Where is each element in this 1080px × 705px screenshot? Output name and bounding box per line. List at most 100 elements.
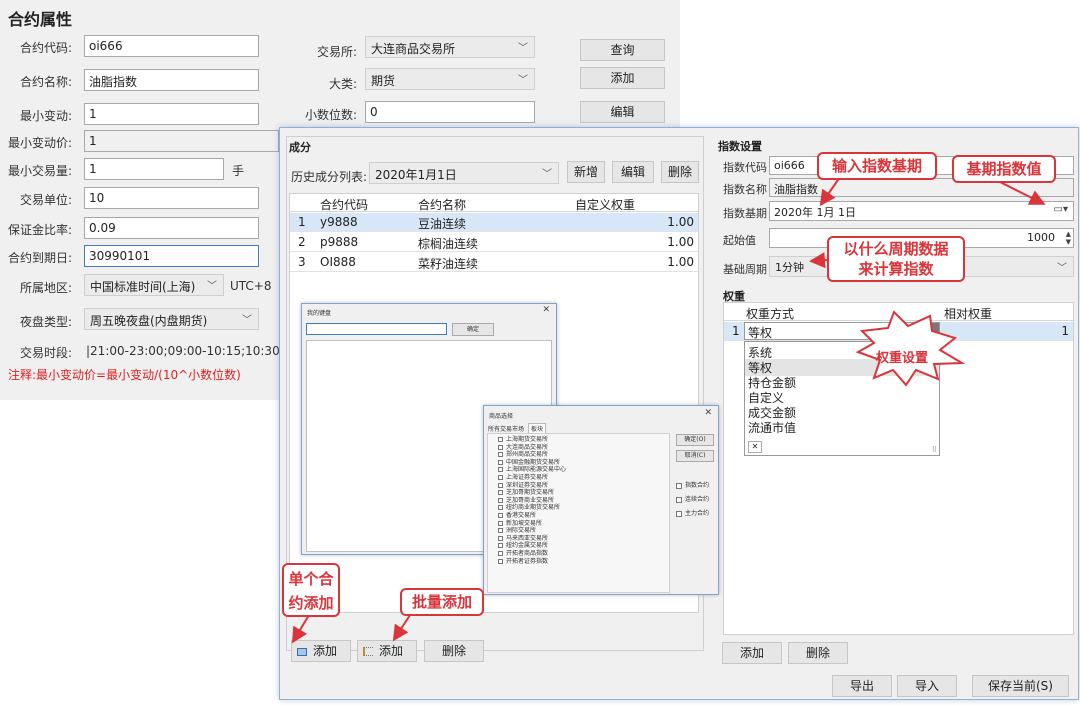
- opt-index-contract[interactable]: 指数合约: [676, 480, 709, 489]
- code-input[interactable]: oi666: [84, 35, 259, 57]
- market-item[interactable]: 上海证券交易所: [498, 474, 566, 482]
- edit-button[interactable]: 编辑: [580, 101, 665, 123]
- chevron-down-icon: ﹀: [542, 169, 552, 180]
- period-value: 1分钟: [775, 261, 804, 274]
- callout-single-line2: 约添加: [288, 594, 334, 612]
- opt-main-contract[interactable]: 主力合约: [676, 508, 709, 517]
- unit-input[interactable]: 10: [84, 187, 259, 209]
- query-button[interactable]: 查询: [580, 39, 665, 61]
- label-region: 所属地区:: [20, 281, 73, 295]
- checkbox-icon: [498, 550, 503, 556]
- callout-period: 以什么周期数据 来计算指数: [827, 236, 965, 282]
- market-item[interactable]: 纽约金属交易所: [498, 542, 566, 550]
- keyboard-title: 我的键盘: [307, 310, 332, 317]
- market-list: 上海期货交易所 大连商品交易所 郑州商品交易所 中国金融期货交易所 上海国际能源交易中心…: [487, 433, 670, 593]
- index-settings-title: 指数设置: [718, 140, 762, 153]
- comp-edit-button[interactable]: 编辑: [612, 161, 654, 183]
- label-name: 合约名称:: [20, 75, 73, 89]
- market-item[interactable]: 上海期货交易所: [498, 436, 566, 444]
- label-unit: 交易单位:: [20, 193, 73, 207]
- label-min-qty: 最小交易量:: [8, 164, 73, 178]
- keyboard-input[interactable]: [306, 323, 447, 335]
- chevron-down-icon: ﹀: [518, 75, 528, 86]
- region-select[interactable]: 中国标准时间(上海) ﹀: [84, 274, 224, 296]
- market-item[interactable]: 郑州商品交易所: [498, 451, 566, 459]
- goods-close-button[interactable]: ✕: [704, 408, 712, 418]
- callout-single-add: 单个合 约添加: [282, 563, 340, 617]
- table-row[interactable]: 3 OI888 菜籽油连续 1.00: [290, 253, 698, 272]
- checkbox-icon: [498, 459, 503, 465]
- import-button[interactable]: 导入: [897, 675, 957, 697]
- chevron-down-icon: ﹀: [207, 281, 217, 292]
- label-hours: 交易时段:: [20, 346, 73, 360]
- start-value: 1000: [1027, 231, 1055, 244]
- label-expire: 合约到期日:: [8, 251, 73, 265]
- col-code-header: 合约代码: [320, 198, 369, 212]
- dropdown-close-button[interactable]: ✕: [748, 441, 762, 453]
- keyboard-close-button[interactable]: ✕: [542, 305, 550, 315]
- weight-delete-button[interactable]: 删除: [788, 642, 848, 664]
- resize-grip-icon[interactable]: ⠿: [932, 446, 937, 454]
- dropdown-item[interactable]: 流通市值: [748, 419, 796, 436]
- new-button[interactable]: 新增: [567, 161, 605, 183]
- category-select[interactable]: 期货 ﹀: [365, 68, 535, 90]
- label-min-move-price: 最小变动价:: [8, 136, 73, 150]
- min-move-input[interactable]: 1: [84, 103, 259, 125]
- expire-input[interactable]: 30990101: [84, 245, 259, 267]
- weight-add-button[interactable]: 添加: [722, 642, 782, 664]
- table-row[interactable]: 2 p9888 棕榈油连续 1.00: [290, 233, 698, 252]
- weight-method-cell[interactable]: 等权: [744, 322, 940, 340]
- market-item[interactable]: 开拓者证券指数: [498, 558, 566, 566]
- comp-delete-button[interactable]: 删除: [661, 161, 699, 183]
- callout-period-line2: 来计算指数: [858, 260, 934, 278]
- checkbox-icon: [498, 444, 503, 450]
- goods-confirm-button[interactable]: 确定(O): [676, 434, 714, 446]
- history-label: 历史成分列表:: [291, 170, 368, 184]
- goods-cancel-button[interactable]: 取消(C): [676, 450, 714, 462]
- checkbox-icon: [498, 452, 503, 458]
- calendar-icon: ▭▾: [1053, 204, 1068, 215]
- weight-row[interactable]: 1 等权 1: [724, 322, 1073, 341]
- export-button[interactable]: 导出: [832, 675, 892, 697]
- night-select[interactable]: 周五晚夜盘(内盘期货) ﹀: [84, 308, 259, 330]
- region-value: 中国标准时间(上海): [90, 280, 196, 294]
- market-item[interactable]: 新加坡交易所: [498, 520, 566, 528]
- market-item[interactable]: 芝加哥期货交易所: [498, 489, 566, 497]
- opt-continuous-contract[interactable]: 连续合约: [676, 494, 709, 503]
- market-item[interactable]: 洲际交易所: [498, 527, 566, 535]
- table-row[interactable]: 1 y9888 豆油连续 1.00: [290, 213, 698, 232]
- tab-all-markets[interactable]: 所有交易市场: [488, 424, 524, 433]
- base-date-picker[interactable]: 2020年 1月 1日 ▭▾: [769, 201, 1074, 221]
- history-select[interactable]: 2020年1月1日 ﹀: [369, 162, 559, 184]
- margin-input[interactable]: 0.09: [84, 217, 259, 239]
- market-item[interactable]: 香港交易所: [498, 512, 566, 520]
- label-index-code: 指数代码: [723, 161, 767, 174]
- props-title: 合约属性: [8, 10, 73, 29]
- exchange-select[interactable]: 大连商品交易所 ﹀: [365, 36, 535, 58]
- label-code: 合约代码:: [20, 41, 73, 55]
- market-item[interactable]: 纽约商业期货交易所: [498, 504, 566, 512]
- dropdown-button[interactable]: [927, 323, 939, 339]
- checkbox-icon: [676, 510, 682, 517]
- qty-unit-label: 手: [232, 164, 245, 178]
- add-button[interactable]: 添加: [580, 67, 665, 89]
- decimals-input[interactable]: 0: [365, 101, 535, 123]
- hours-value[interactable]: |21:00-23:00;09:00-10:15;10:30-11:3: [86, 344, 311, 358]
- note-text: 注释:最小变动价=最小变动/(10^小数位数): [8, 368, 241, 382]
- keyboard-confirm-button[interactable]: 确定: [452, 323, 494, 336]
- save-current-button[interactable]: 保存当前(S): [972, 675, 1069, 697]
- base-date-value: 2020年 1月 1日: [774, 206, 856, 219]
- weight-method-header: 权重方式: [746, 307, 795, 321]
- market-item[interactable]: 上海国际能源交易中心: [498, 466, 566, 474]
- name-input[interactable]: 油脂指数: [84, 69, 259, 91]
- chevron-down-icon: ﹀: [1057, 263, 1067, 274]
- batch-add-button[interactable]: 添加: [357, 640, 417, 662]
- checkbox-icon: [498, 543, 503, 549]
- checkbox-icon: [498, 512, 503, 518]
- market-item[interactable]: 开拓者商品指数: [498, 550, 566, 558]
- spinner-arrows-icon: ▲ ▼: [1065, 230, 1071, 246]
- bottom-delete-button[interactable]: 删除: [424, 640, 484, 662]
- single-add-button[interactable]: 添加: [291, 640, 351, 662]
- min-qty-input[interactable]: 1: [84, 158, 224, 180]
- checkbox-icon: [498, 520, 503, 526]
